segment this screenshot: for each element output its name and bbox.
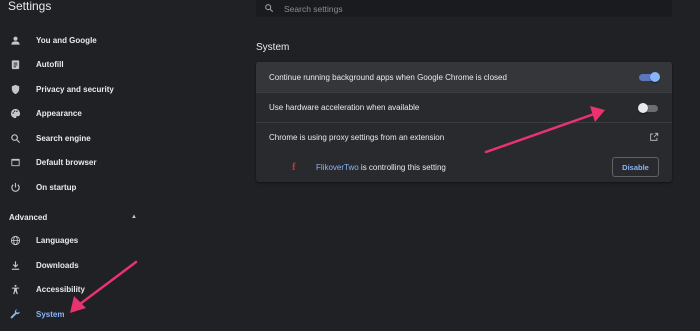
- power-icon: [10, 182, 21, 193]
- shield-icon: [10, 84, 21, 95]
- section-title: System: [256, 42, 290, 53]
- extension-control-suffix: is controlling this setting: [358, 162, 446, 172]
- sidebar-item-label: Privacy and security: [36, 84, 114, 94]
- palette-icon: [10, 108, 21, 119]
- sidebar-item-label: Accessibility: [36, 284, 85, 294]
- person-icon: [10, 35, 21, 46]
- sidebar-item-label: Appearance: [36, 108, 82, 118]
- disable-extension-button[interactable]: Disable: [612, 157, 659, 177]
- sidebar-item-you-and-google[interactable]: You and Google: [0, 29, 148, 51]
- sidebar-item-label: Autofill: [36, 59, 64, 69]
- sidebar-item-privacy-and-security[interactable]: Privacy and security: [0, 78, 148, 100]
- search-icon: [10, 133, 21, 144]
- extension-control-row: f FlikoverTwo is controlling this settin…: [256, 152, 672, 182]
- extension-name-link[interactable]: FlikoverTwo: [316, 163, 359, 172]
- search-icon: [264, 0, 274, 18]
- background-apps-toggle[interactable]: [639, 72, 660, 82]
- toggle-knob: [650, 72, 660, 82]
- system-settings-card: Continue running background apps when Go…: [256, 62, 672, 182]
- sidebar-item-label: System: [36, 309, 65, 319]
- sidebar-item-label: Languages: [36, 235, 79, 245]
- search-input[interactable]: [284, 1, 644, 16]
- download-icon: [10, 260, 21, 271]
- accessibility-icon: [10, 284, 21, 295]
- sidebar: You and Google Autofill Privacy and secu…: [0, 0, 150, 331]
- background-apps-label: Continue running background apps when Go…: [269, 72, 507, 82]
- hardware-acceleration-row[interactable]: Use hardware acceleration when available: [256, 92, 672, 122]
- extension-control-text: FlikoverTwo is controlling this setting: [316, 163, 446, 172]
- open-in-new-icon[interactable]: [649, 132, 659, 144]
- sidebar-item-autofill[interactable]: Autofill: [0, 53, 148, 75]
- sidebar-item-label: Default browser: [36, 157, 97, 167]
- sidebar-item-label: On startup: [36, 182, 77, 192]
- sidebar-item-on-startup[interactable]: On startup: [0, 176, 148, 198]
- sidebar-item-appearance[interactable]: Appearance: [0, 102, 148, 124]
- sidebar-item-label: Search engine: [36, 133, 91, 143]
- sidebar-item-search-engine[interactable]: Search engine: [0, 127, 148, 149]
- advanced-label: Advanced: [9, 212, 48, 222]
- sidebar-item-accessibility[interactable]: Accessibility: [0, 278, 148, 300]
- advanced-section-toggle[interactable]: Advanced ▲: [9, 210, 137, 224]
- background-apps-row[interactable]: Continue running background apps when Go…: [256, 62, 672, 92]
- sidebar-item-label: Downloads: [36, 260, 79, 270]
- globe-icon: [10, 235, 21, 246]
- sidebar-item-downloads[interactable]: Downloads: [0, 254, 148, 276]
- extension-logo: f: [292, 161, 296, 173]
- hardware-acceleration-label: Use hardware acceleration when available: [269, 103, 420, 112]
- wrench-icon: [10, 308, 21, 320]
- toggle-knob: [638, 102, 648, 113]
- clipboard-icon: [10, 59, 21, 70]
- sidebar-item-system[interactable]: System: [0, 303, 148, 325]
- sidebar-item-default-browser[interactable]: Default browser: [0, 151, 148, 173]
- proxy-settings-label: Chrome is using proxy settings from an e…: [269, 133, 445, 142]
- browser-icon: [10, 157, 21, 168]
- chevron-up-icon: ▲: [131, 214, 137, 220]
- hardware-acceleration-toggle[interactable]: [638, 102, 659, 113]
- sidebar-item-label: You and Google: [36, 35, 97, 45]
- search-bar[interactable]: [256, 0, 672, 17]
- sidebar-item-languages[interactable]: Languages: [0, 229, 148, 251]
- proxy-settings-row[interactable]: Chrome is using proxy settings from an e…: [256, 122, 672, 152]
